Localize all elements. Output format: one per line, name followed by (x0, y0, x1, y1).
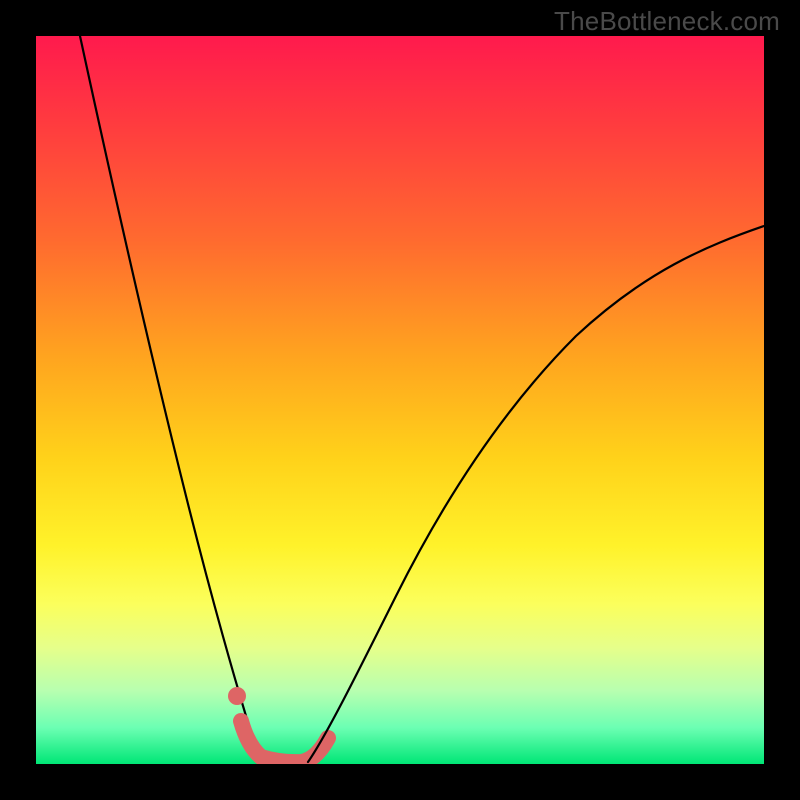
left-curve (80, 36, 263, 762)
plot-area (36, 36, 764, 764)
right-curve (308, 226, 764, 762)
valley-highlight (241, 721, 328, 762)
watermark-text: TheBottleneck.com (554, 6, 780, 37)
curves-svg (36, 36, 764, 764)
chart-frame: TheBottleneck.com (0, 0, 800, 800)
highlight-dot (228, 687, 246, 705)
